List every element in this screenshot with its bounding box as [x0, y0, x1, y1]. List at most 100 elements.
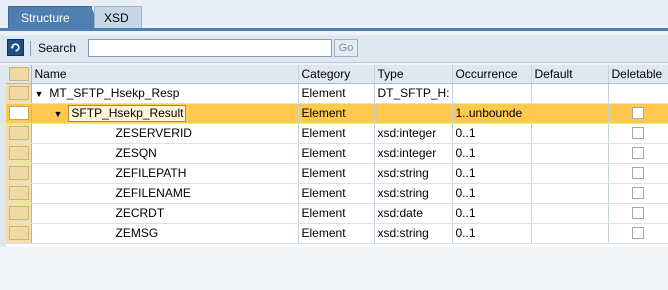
default-cell [531, 203, 609, 224]
row-selector[interactable] [6, 123, 32, 144]
search-label: Search [38, 41, 77, 55]
deletable-cell [608, 83, 668, 104]
category-cell: Element [298, 163, 375, 184]
type-cell: DT_SFTP_H: [374, 83, 453, 104]
deletable-cell [608, 203, 668, 224]
structure-grid: Name Category Type Occurrence Default De… [6, 65, 668, 247]
row-selector-box[interactable] [9, 86, 29, 100]
row-selector[interactable] [6, 83, 32, 104]
column-header-deletable[interactable]: Deletable [608, 65, 668, 84]
header-row: Name Category Type Occurrence Default De… [6, 65, 668, 84]
row-selector[interactable] [6, 103, 32, 124]
tab-xsd[interactable]: XSD [94, 6, 142, 28]
default-cell [531, 223, 609, 244]
type-cell: xsd:integer [374, 123, 453, 144]
column-header-name[interactable]: Name [31, 65, 299, 84]
expand-triangle-icon[interactable]: ▼ [54, 109, 63, 119]
table-row[interactable]: ZESQN Element xsd:integer 0..1 [6, 143, 668, 164]
deletable-cell [608, 163, 668, 184]
refresh-icon [9, 41, 22, 54]
deletable-checkbox[interactable] [632, 167, 644, 179]
deletable-cell [608, 103, 668, 124]
name-cell[interactable]: ZEMSG [31, 223, 299, 244]
name-cell[interactable]: ▼ MT_SFTP_Hsekp_Resp [31, 83, 299, 104]
name-cell[interactable]: ZEFILENAME [31, 183, 299, 204]
type-cell: xsd:string [374, 163, 453, 184]
tab-structure[interactable]: Structure [8, 6, 100, 28]
name-cell[interactable]: ZESERVERID [31, 123, 299, 144]
column-header-default[interactable]: Default [531, 65, 609, 84]
row-selector[interactable] [6, 203, 32, 224]
default-cell [531, 143, 609, 164]
name-cell[interactable]: ZEFILEPATH [31, 163, 299, 184]
deletable-checkbox[interactable] [632, 207, 644, 219]
occurrence-cell: 0..1 [452, 223, 532, 244]
toolbar-separator [30, 41, 31, 56]
deletable-checkbox[interactable] [632, 107, 644, 119]
deletable-checkbox[interactable] [632, 127, 644, 139]
category-cell: Element [298, 103, 375, 124]
type-cell: xsd:string [374, 223, 453, 244]
deletable-checkbox[interactable] [632, 147, 644, 159]
select-all-cell[interactable] [6, 65, 32, 84]
table-row[interactable]: ZECRDT Element xsd:date 0..1 [6, 203, 668, 224]
default-cell [531, 83, 609, 104]
name-cell[interactable]: ZESQN [31, 143, 299, 164]
type-cell: xsd:integer [374, 143, 453, 164]
table-row-selected[interactable]: ▼ SFTP_Hsekp_Result Element 1..unbounde [6, 103, 668, 124]
type-cell [374, 103, 453, 124]
occurrence-cell: 0..1 [452, 143, 532, 164]
category-cell: Element [298, 223, 375, 244]
select-all-box[interactable] [9, 66, 29, 81]
default-cell [531, 183, 609, 204]
occurrence-cell: 0..1 [452, 123, 532, 144]
occurrence-cell: 1..unbounde [452, 103, 532, 124]
name-cell[interactable]: ▼ SFTP_Hsekp_Result [31, 103, 299, 124]
row-selector[interactable] [6, 163, 32, 184]
row-selector-box[interactable] [9, 166, 29, 180]
deletable-checkbox[interactable] [632, 227, 644, 239]
category-cell: Element [298, 123, 375, 144]
row-selector-box[interactable] [9, 146, 29, 160]
table-row[interactable]: ZESERVERID Element xsd:integer 0..1 [6, 123, 668, 144]
type-cell: xsd:date [374, 203, 453, 224]
expand-triangle-icon[interactable]: ▼ [35, 89, 44, 99]
deletable-cell [608, 143, 668, 164]
name-cell[interactable]: ZECRDT [31, 203, 299, 224]
occurrence-cell: 0..1 [452, 203, 532, 224]
table-row[interactable]: ZEMSG Element xsd:string 0..1 [6, 223, 668, 244]
row-selector-box[interactable] [9, 106, 29, 120]
row-selector-box[interactable] [9, 126, 29, 140]
element-name: SFTP_Hsekp_Result [68, 104, 187, 122]
category-cell: Element [298, 183, 375, 204]
table-row[interactable]: ▼ MT_SFTP_Hsekp_Resp Element DT_SFTP_H: [6, 83, 668, 104]
row-selector[interactable] [6, 223, 32, 244]
table-row[interactable]: ZEFILENAME Element xsd:string 0..1 [6, 183, 668, 204]
search-input[interactable] [88, 39, 332, 57]
occurrence-cell [452, 83, 532, 104]
row-selector[interactable] [6, 183, 32, 204]
default-cell [531, 103, 609, 124]
deletable-cell [608, 183, 668, 204]
tab-underline [0, 28, 668, 31]
category-cell: Element [298, 203, 375, 224]
tab-bar: Structure XSD [0, 0, 668, 31]
go-button[interactable]: Go [334, 39, 358, 57]
category-cell: Element [298, 143, 375, 164]
column-header-type[interactable]: Type [374, 65, 453, 84]
occurrence-cell: 0..1 [452, 183, 532, 204]
deletable-checkbox[interactable] [632, 187, 644, 199]
row-selector-box[interactable] [9, 226, 29, 240]
refresh-button[interactable] [7, 39, 24, 56]
row-selector-box[interactable] [9, 186, 29, 200]
row-selector[interactable] [6, 143, 32, 164]
deletable-cell [608, 123, 668, 144]
column-header-occurrence[interactable]: Occurrence [452, 65, 532, 84]
column-header-category[interactable]: Category [298, 65, 375, 84]
type-cell: xsd:string [374, 183, 453, 204]
toolbar: Search Go [0, 35, 668, 63]
deletable-cell [608, 223, 668, 244]
row-selector-box[interactable] [9, 206, 29, 220]
default-cell [531, 163, 609, 184]
table-row[interactable]: ZEFILEPATH Element xsd:string 0..1 [6, 163, 668, 184]
